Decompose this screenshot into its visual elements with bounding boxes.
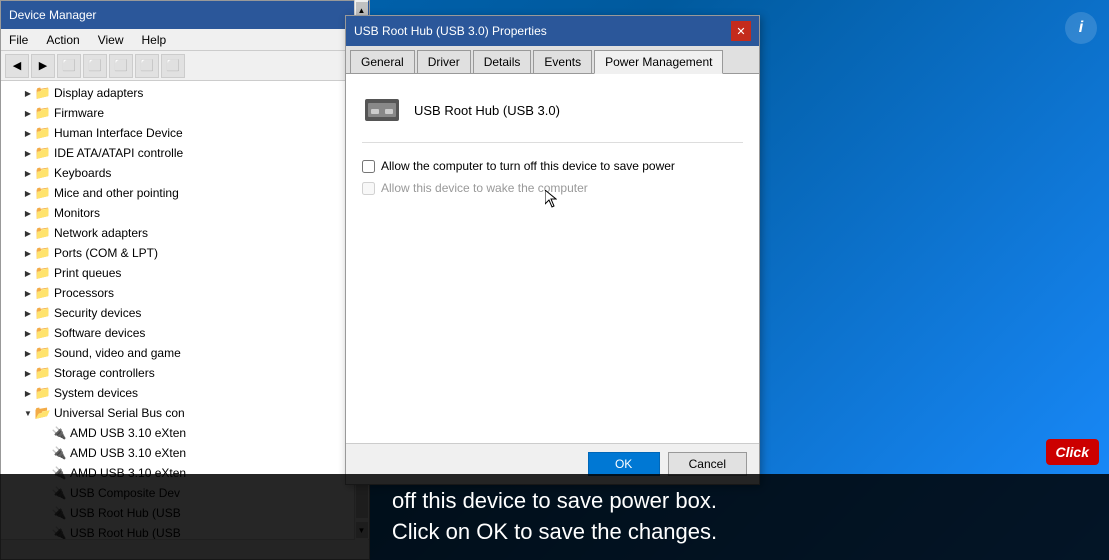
dialog-body: USB Root Hub (USB 3.0) Allow the compute… [346, 74, 759, 443]
tree-display-adapters[interactable]: ▶ 📁 Display adapters [3, 83, 367, 103]
info-button[interactable]: i [1065, 12, 1097, 44]
desktop: Device Manager File Action View Help ◀ ▶… [0, 0, 1109, 560]
tree-security[interactable]: ▶ 📁 Security devices [3, 303, 367, 323]
caption-line1: off this device to save power box. [16, 486, 1093, 517]
tree-ide[interactable]: ▶ 📁 IDE ATA/ATAPI controlle [3, 143, 367, 163]
tree-hid[interactable]: ▶ 📁 Human Interface Device [3, 123, 367, 143]
device-manager-titlebar: Device Manager [1, 1, 369, 29]
toolbar-btn2[interactable]: ⬜ [83, 54, 107, 78]
tree-sound[interactable]: ▶ 📁 Sound, video and game [3, 343, 367, 363]
device-manager-title: Device Manager [9, 8, 96, 22]
dialog-close-button[interactable]: ✕ [731, 21, 751, 41]
toolbar-btn4[interactable]: ⬜ [135, 54, 159, 78]
toolbar-forward[interactable]: ▶ [31, 54, 55, 78]
device-header: USB Root Hub (USB 3.0) [362, 90, 743, 143]
tree-amd2[interactable]: 🔌 AMD USB 3.10 eXten [3, 443, 367, 463]
cancel-button[interactable]: Cancel [668, 452, 747, 476]
menu-file[interactable]: File [5, 32, 32, 48]
allow-turnoff-checkbox[interactable] [362, 160, 375, 173]
toolbar-btn3[interactable]: ⬜ [109, 54, 133, 78]
device-manager-menubar: File Action View Help [1, 29, 369, 51]
usb-hub-icon [363, 91, 401, 129]
tree-usb[interactable]: ▼ 📂 Universal Serial Bus con [3, 403, 367, 423]
allow-wake-row: Allow this device to wake the computer [362, 181, 743, 195]
dialog-titlebar: USB Root Hub (USB 3.0) Properties ✕ [346, 16, 759, 46]
tree-software[interactable]: ▶ 📁 Software devices [3, 323, 367, 343]
toolbar-btn1[interactable]: ⬜ [57, 54, 81, 78]
tree-storage[interactable]: ▶ 📁 Storage controllers [3, 363, 367, 383]
tree-system[interactable]: ▶ 📁 System devices [3, 383, 367, 403]
device-name-label: USB Root Hub (USB 3.0) [414, 103, 560, 118]
dialog-title: USB Root Hub (USB 3.0) Properties [354, 24, 547, 38]
ok-button[interactable]: OK [588, 452, 660, 476]
caption-line2: Click on OK to save the changes. [16, 517, 1093, 548]
dialog-tabs: General Driver Details Events Power Mana… [346, 46, 759, 74]
tree-ports[interactable]: ▶ 📁 Ports (COM & LPT) [3, 243, 367, 263]
menu-action[interactable]: Action [42, 32, 83, 48]
tree-keyboards[interactable]: ▶ 📁 Keyboards [3, 163, 367, 183]
tab-events[interactable]: Events [533, 50, 592, 73]
toolbar-back[interactable]: ◀ [5, 54, 29, 78]
allow-wake-label: Allow this device to wake the computer [381, 181, 588, 195]
tree-processors[interactable]: ▶ 📁 Processors [3, 283, 367, 303]
caption-overlay: off this device to save power box. Click… [0, 474, 1109, 560]
tab-power-management[interactable]: Power Management [594, 50, 723, 74]
toolbar-btn5[interactable]: ⬜ [161, 54, 185, 78]
device-icon-large [362, 90, 402, 130]
allow-turnoff-label: Allow the computer to turn off this devi… [381, 159, 675, 173]
tree-mice[interactable]: ▶ 📁 Mice and other pointing [3, 183, 367, 203]
click-watermark: Click [1046, 439, 1099, 465]
allow-wake-checkbox[interactable] [362, 182, 375, 195]
menu-view[interactable]: View [94, 32, 128, 48]
tab-details[interactable]: Details [473, 50, 532, 73]
allow-turnoff-row: Allow the computer to turn off this devi… [362, 159, 743, 173]
tree-monitors[interactable]: ▶ 📁 Monitors [3, 203, 367, 223]
tree-firmware[interactable]: ▶ 📁 Firmware [3, 103, 367, 123]
device-manager-tree: ▶ 📁 Display adapters ▶ 📁 Firmware ▶ 📁 Hu… [1, 81, 369, 539]
tree-network[interactable]: ▶ 📁 Network adapters [3, 223, 367, 243]
tab-general[interactable]: General [350, 50, 415, 73]
device-manager-toolbar: ◀ ▶ ⬜ ⬜ ⬜ ⬜ ⬜ [1, 51, 369, 81]
tree-amd1[interactable]: 🔌 AMD USB 3.10 eXten [3, 423, 367, 443]
tree-print[interactable]: ▶ 📁 Print queues [3, 263, 367, 283]
usb-properties-dialog: USB Root Hub (USB 3.0) Properties ✕ Gene… [345, 15, 760, 485]
tab-driver[interactable]: Driver [417, 50, 471, 73]
menu-help[interactable]: Help [138, 32, 171, 48]
